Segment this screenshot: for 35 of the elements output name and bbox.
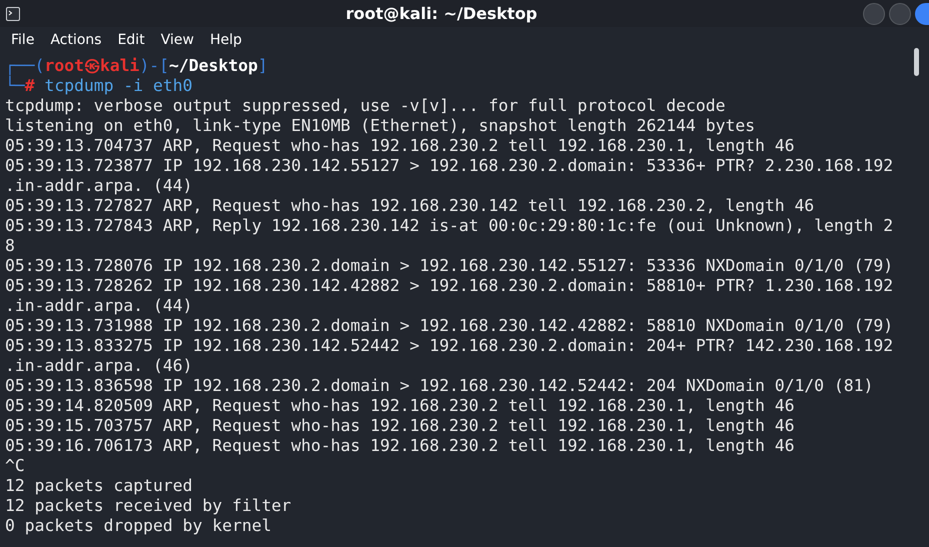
menu-item[interactable]: Help: [202, 32, 250, 48]
output-line: 05:39:13.728262 IP 192.168.230.142.42882 > 192.168.230.2.domain: 58810+ PTR? 1.230.168.192: [5, 276, 894, 296]
output-line: 05:39:13.728076 IP 192.168.230.2.domain > 192.168.230.142.55127: 53336 NXDomain 0/1/0 (79): [5, 256, 894, 276]
command-line: └─# tcpdump -i eth0: [5, 76, 193, 96]
menu-item[interactable]: File: [3, 32, 42, 48]
output-line: ^C: [5, 456, 25, 476]
output-line: 05:39:13.833275 IP 192.168.230.142.52442 > 192.168.230.2.domain: 204+ PTR? 142.230.168.192: [5, 336, 894, 356]
menu-item[interactable]: Edit: [110, 32, 153, 48]
minimize-button[interactable]: [863, 2, 885, 24]
output-line: 0 packets dropped by kernel: [5, 516, 272, 536]
output-line: 05:39:14.820509 ARP, Request who-has 192.168.230.2 tell 192.168.230.1, length 46: [5, 396, 794, 416]
menu-item[interactable]: View: [152, 32, 202, 48]
output-line: 05:39:13.836598 IP 192.168.230.2.domain > 192.168.230.142.52442: 204 NXDomain 0/1/0 (81): [5, 376, 874, 396]
output-line: .in-addr.arpa. (44): [5, 176, 192, 196]
output-line: 05:39:13.731988 IP 192.168.230.2.domain > 192.168.230.142.42882: 58810 NXDomain 0/1/0 (79): [5, 316, 894, 336]
output-line: 12 packets received by filter: [5, 496, 292, 516]
close-button[interactable]: [915, 2, 929, 24]
output-line: 05:39:13.723877 IP 192.168.230.142.55127 > 192.168.230.2.domain: 53336+ PTR? 2.230.168.192: [5, 156, 894, 176]
output-line: 05:39:13.704737 ARP, Request who-has 192.168.230.2 tell 192.168.230.1, length 46: [5, 136, 794, 156]
prompt-line: ┌──(root㉿kali)-[~/Desktop]: [5, 56, 268, 76]
output-line: tcpdump: verbose output suppressed, use -v[v]... for full protocol decode: [5, 96, 726, 116]
maximize-button[interactable]: [889, 2, 911, 24]
output-line: 05:39:16.706173 ARP, Request who-has 192.168.230.2 tell 192.168.230.1, length 46: [5, 436, 794, 456]
output-line: .in-addr.arpa. (44): [5, 296, 192, 316]
output-line: 8: [5, 236, 15, 256]
window-title: root@kali: ~/Desktop: [344, 4, 538, 23]
output-line: .in-addr.arpa. (46): [5, 356, 192, 376]
scrollbar-thumb[interactable]: [914, 48, 919, 76]
output-line: 05:39:15.703757 ARP, Request who-has 192.168.230.2 tell 192.168.230.1, length 46: [5, 416, 794, 436]
output-line: 12 packets captured: [5, 476, 192, 496]
output-line: listening on eth0, link-type EN10MB (Ethernet), snapshot length 262144 bytes: [5, 116, 755, 136]
output-line: 05:39:13.727827 ARP, Request who-has 192.168.230.142 tell 192.168.230.2, length 46: [5, 196, 814, 216]
terminal-icon: [6, 6, 20, 20]
menu-item[interactable]: Actions: [42, 32, 110, 48]
output-line: 05:39:13.727843 ARP, Reply 192.168.230.142 is-at 00:0c:29:80:1c:fe (oui Unknown), length 2: [5, 216, 894, 236]
